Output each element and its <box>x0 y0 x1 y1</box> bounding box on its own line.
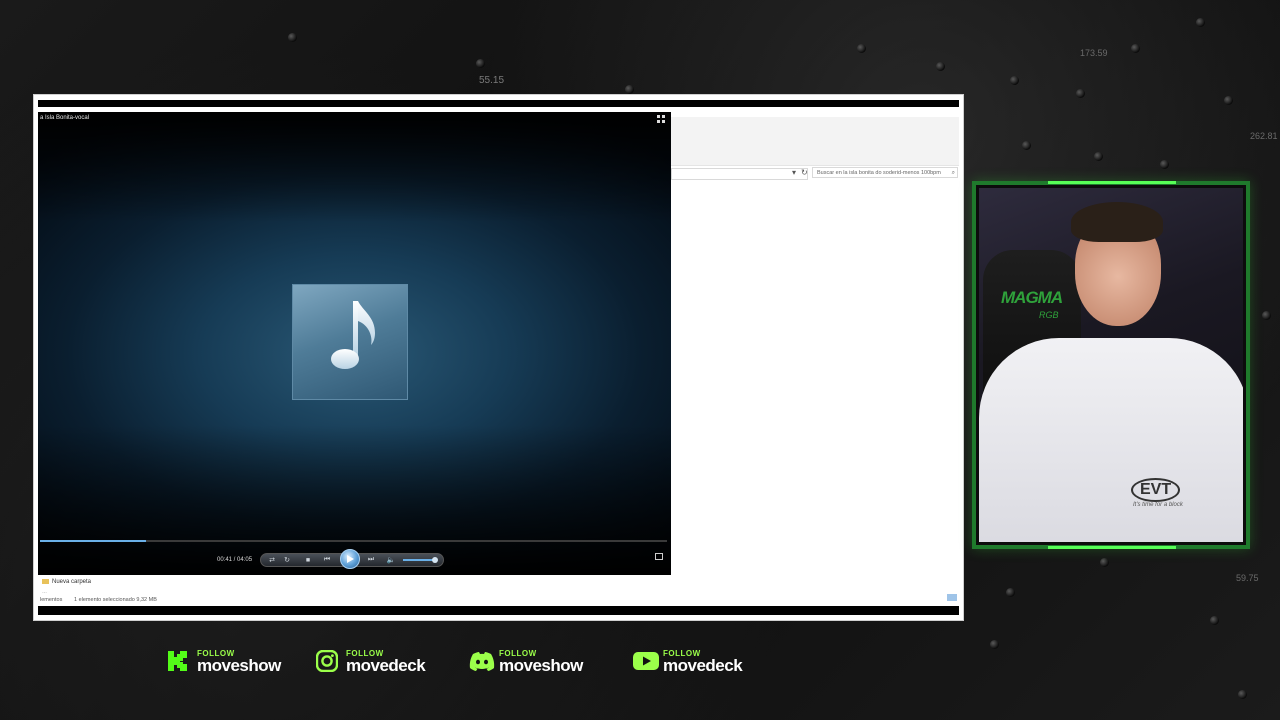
background-number: 262.81 <box>1250 131 1278 141</box>
nav-pane-folder[interactable]: Nueva carpeta <box>42 579 91 585</box>
volume-thumb[interactable] <box>431 557 438 563</box>
repeat-icon[interactable]: ↻ <box>281 554 293 566</box>
player-controls: 00:41 / 04:05 ⇄ ↻ ■ ⏮ ⏭ 🔈 <box>38 549 671 571</box>
background-number: 55.15 <box>479 75 505 86</box>
background-stud <box>1100 558 1109 567</box>
chair-logo: MAGMA <box>1001 288 1063 307</box>
screen-capture: ▾ ↻ Buscar en la isla bonita do soderid-… <box>34 95 963 620</box>
capture-top-bar <box>38 100 959 107</box>
background-stud <box>1160 160 1169 169</box>
status-item-count: lementos <box>40 597 63 603</box>
explorer-address-bar[interactable] <box>671 168 808 180</box>
background-stud <box>1224 96 1233 105</box>
explorer-ribbon <box>671 117 959 166</box>
player-title: a Isla Bonita-vocal <box>40 115 90 121</box>
background-stud <box>1262 311 1271 320</box>
shirt-logo: EVT <box>1131 478 1181 502</box>
switch-to-library-icon[interactable] <box>657 115 665 123</box>
search-icon[interactable]: ⌕ <box>952 168 955 177</box>
shirt-tagline: It's time for a block <box>1133 502 1183 508</box>
play-button[interactable] <box>340 549 360 569</box>
background-number: 59.75 <box>1236 573 1259 583</box>
background-stud <box>1238 690 1247 699</box>
play-icon <box>347 555 354 563</box>
address-dropdown-icon[interactable]: ▾ <box>792 168 796 177</box>
webcam-feed: MAGMA RGB EVT It's time for a block <box>979 188 1243 542</box>
social-handle: moveshow <box>197 656 281 675</box>
nav-pane-item[interactable]: … <box>42 589 47 595</box>
folder-icon <box>42 579 49 584</box>
details-view-icon[interactable] <box>947 594 957 601</box>
search-placeholder: Buscar en la isla bonita do soderid-meno… <box>817 170 941 176</box>
background-stud <box>476 59 485 68</box>
background-stud <box>857 44 866 53</box>
background-stud <box>1076 89 1085 98</box>
webcam-glow-top <box>1048 181 1176 184</box>
seek-progress <box>40 540 146 542</box>
playback-time: 00:41 / 04:05 <box>217 557 253 563</box>
media-player-window: a Isla Bonita-vocal 00:41 / 04:05 ⇄ ↻ ■ … <box>38 112 671 575</box>
background-stud <box>625 85 634 94</box>
youtube-icon <box>633 652 659 670</box>
refresh-icon[interactable]: ↻ <box>801 168 808 177</box>
volume-slider[interactable] <box>403 557 438 563</box>
background-stud <box>936 62 945 71</box>
background-stud <box>1210 616 1219 625</box>
background-stud <box>1131 44 1140 53</box>
discord-icon <box>469 652 495 671</box>
shuffle-icon[interactable]: ⇄ <box>266 554 278 566</box>
volume-icon[interactable]: 🔈 <box>385 554 397 566</box>
background-stud <box>1094 152 1103 161</box>
social-handle: moveshow <box>499 656 583 675</box>
social-handle: movedeck <box>663 656 743 675</box>
stop-icon[interactable]: ■ <box>302 554 314 566</box>
explorer-search-input[interactable]: Buscar en la isla bonita do soderid-meno… <box>812 167 958 178</box>
kick-icon <box>168 651 187 671</box>
instagram-icon <box>316 650 338 672</box>
capture-bottom-bar <box>38 606 959 615</box>
background-number: 173.59 <box>1080 48 1108 58</box>
chair-sub-logo: RGB <box>1039 310 1059 320</box>
background-stud <box>990 640 999 649</box>
person-hair <box>1071 202 1163 242</box>
background-stud <box>1010 76 1019 85</box>
background-stud <box>1006 588 1015 597</box>
volume-level <box>403 559 435 561</box>
webcam-glow-bottom <box>1048 546 1176 549</box>
next-icon[interactable]: ⏭ <box>365 554 377 566</box>
album-art-placeholder <box>292 284 408 400</box>
social-handle: movedeck <box>346 656 426 675</box>
background-stud <box>1022 141 1031 150</box>
background-stud <box>1196 18 1205 27</box>
webcam-overlay: MAGMA RGB EVT It's time for a block <box>972 181 1250 549</box>
previous-icon[interactable]: ⏮ <box>321 554 333 566</box>
nav-folder-label: Nueva carpeta <box>52 579 92 586</box>
seek-bar[interactable] <box>40 540 667 542</box>
background-stud <box>288 33 297 42</box>
music-note-icon <box>331 301 375 369</box>
person-shirt <box>979 338 1243 542</box>
fullscreen-icon[interactable] <box>655 553 663 560</box>
status-selection: 1 elemento seleccionado 9,32 MB <box>74 597 157 603</box>
